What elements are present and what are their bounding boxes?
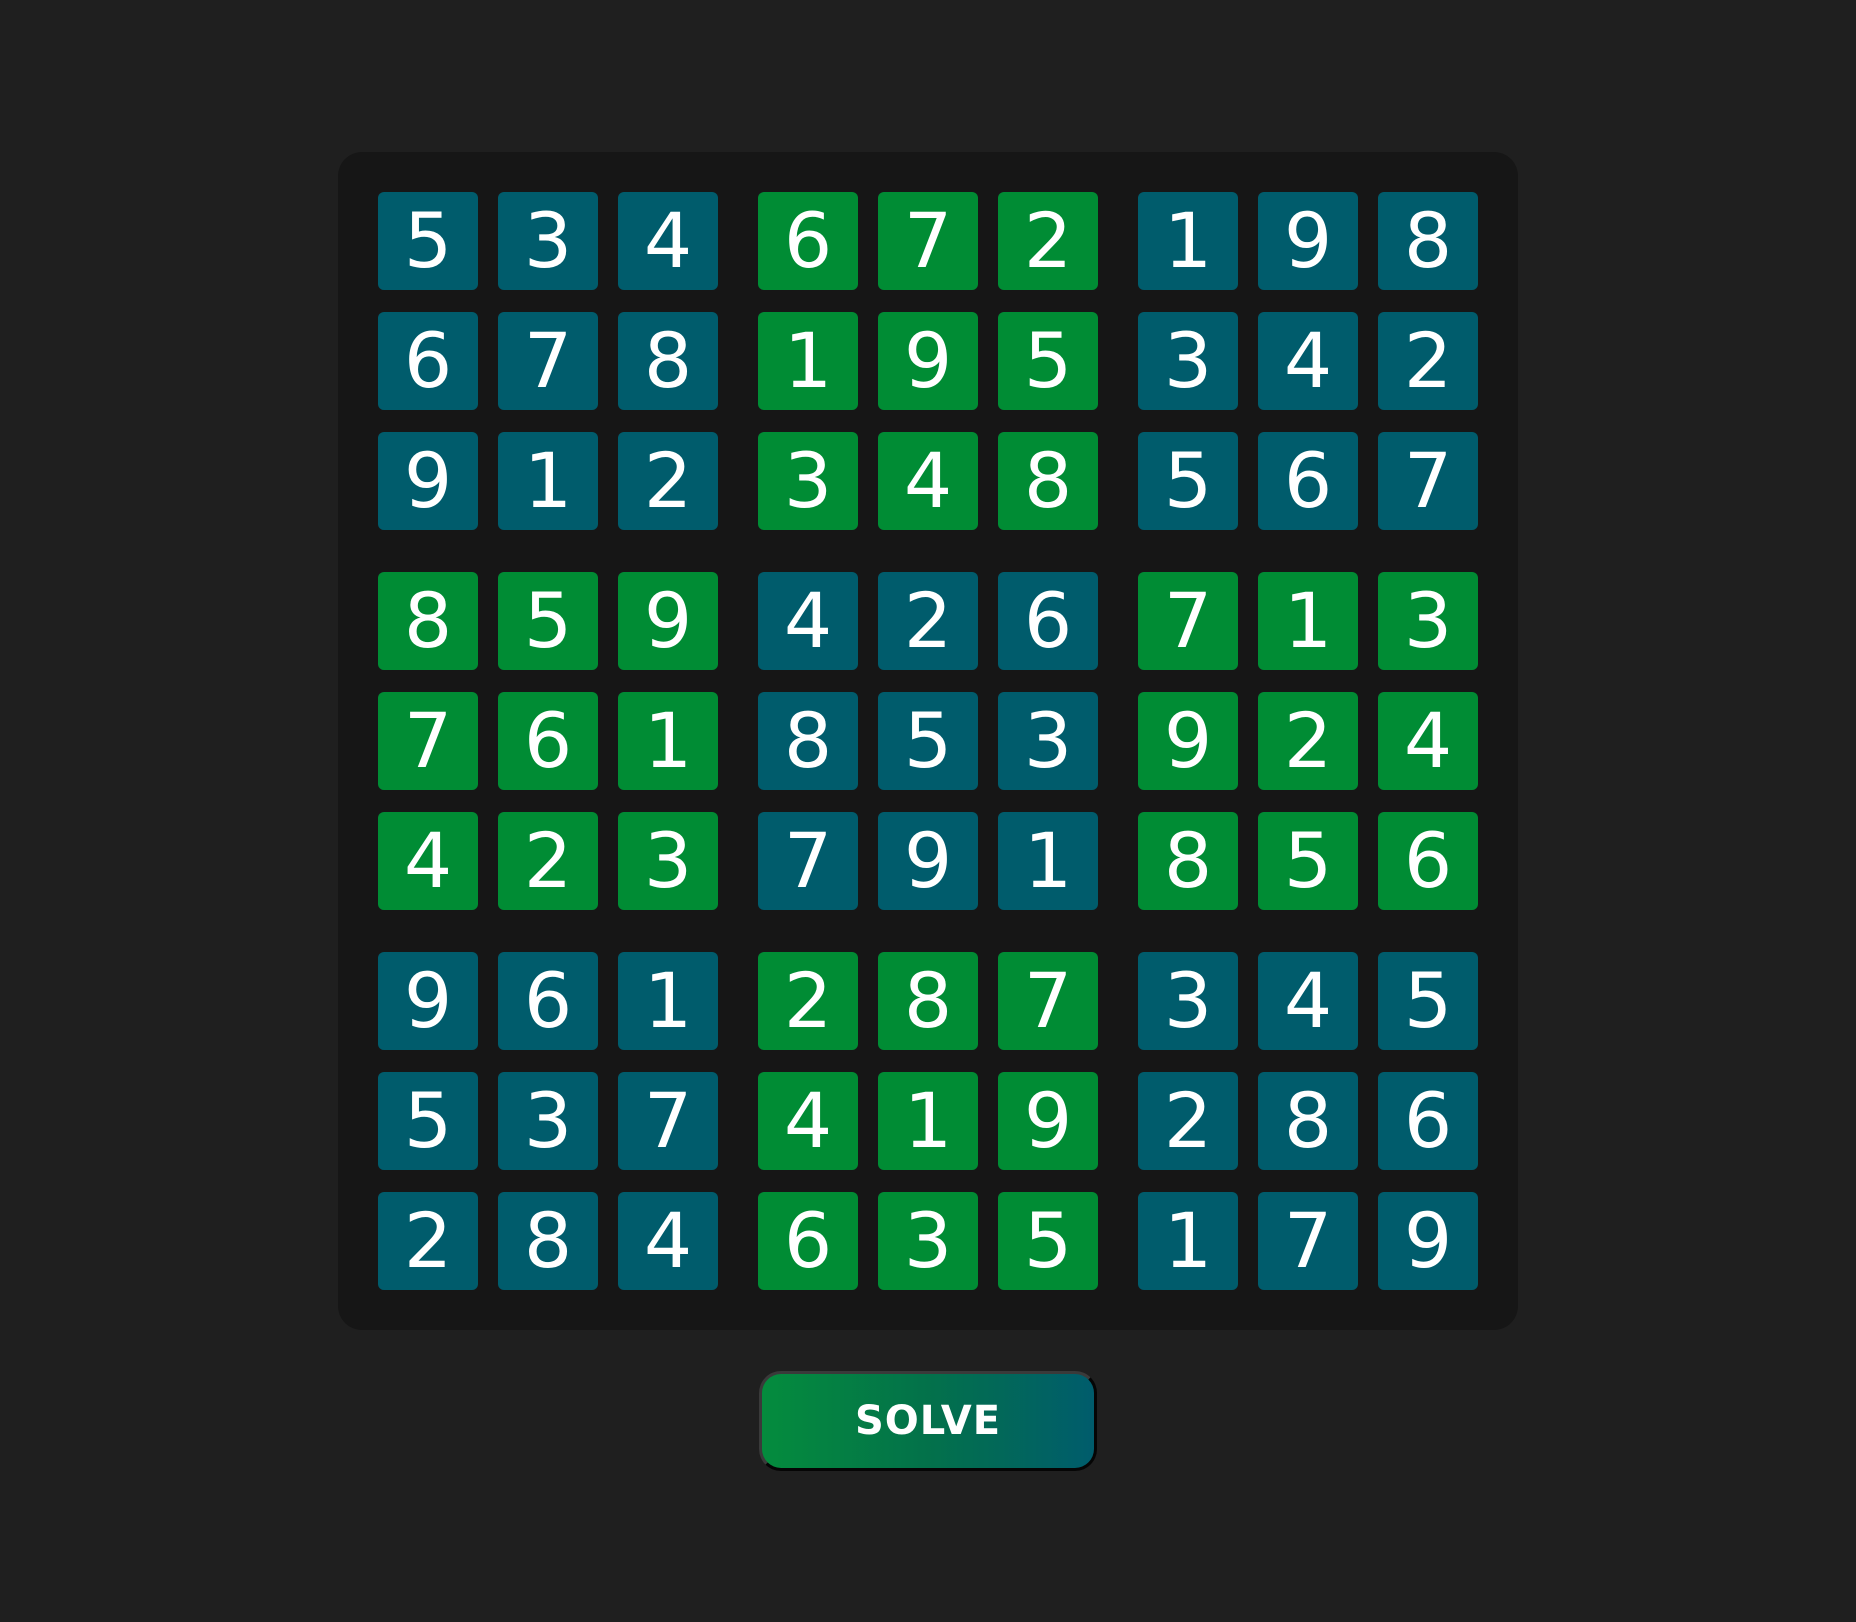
sudoku-cell[interactable]: 3: [618, 812, 718, 910]
sudoku-cell[interactable]: 7: [998, 952, 1098, 1050]
sudoku-cell[interactable]: 5: [1378, 952, 1478, 1050]
sudoku-cell[interactable]: 9: [378, 952, 478, 1050]
sudoku-cell[interactable]: 2: [1378, 312, 1478, 410]
sudoku-cell[interactable]: 5: [878, 692, 978, 790]
sudoku-cell[interactable]: 1: [1138, 192, 1238, 290]
sudoku-cell[interactable]: 8: [1378, 192, 1478, 290]
sudoku-cell[interactable]: 3: [1138, 952, 1238, 1050]
sudoku-cell[interactable]: 2: [378, 1192, 478, 1290]
sudoku-cell[interactable]: 4: [878, 432, 978, 530]
sudoku-cell[interactable]: 4: [1258, 952, 1358, 1050]
sudoku-cell[interactable]: 2: [1258, 692, 1358, 790]
sudoku-cell[interactable]: 7: [1378, 432, 1478, 530]
sudoku-cell[interactable]: 5: [378, 1072, 478, 1170]
sudoku-cell[interactable]: 8: [1258, 1072, 1358, 1170]
sudoku-cell[interactable]: 7: [1138, 572, 1238, 670]
sudoku-cell[interactable]: 9: [1258, 192, 1358, 290]
sudoku-cell[interactable]: 5: [378, 192, 478, 290]
sudoku-cell[interactable]: 4: [618, 1192, 718, 1290]
sudoku-cell[interactable]: 7: [618, 1072, 718, 1170]
sudoku-cell[interactable]: 5: [998, 1192, 1098, 1290]
sudoku-cell[interactable]: 4: [378, 812, 478, 910]
sudoku-cell[interactable]: 9: [378, 432, 478, 530]
sudoku-cell[interactable]: 4: [1378, 692, 1478, 790]
sudoku-cell[interactable]: 2: [618, 432, 718, 530]
sudoku-cell[interactable]: 8: [618, 312, 718, 410]
sudoku-cell[interactable]: 1: [1258, 572, 1358, 670]
sudoku-cell[interactable]: 7: [758, 812, 858, 910]
sudoku-cell[interactable]: 9: [1378, 1192, 1478, 1290]
sudoku-cell[interactable]: 8: [878, 952, 978, 1050]
sudoku-cell[interactable]: 6: [1258, 432, 1358, 530]
sudoku-cell[interactable]: 4: [758, 1072, 858, 1170]
sudoku-cell[interactable]: 2: [998, 192, 1098, 290]
sudoku-cell[interactable]: 8: [378, 572, 478, 670]
sudoku-cell[interactable]: 6: [998, 572, 1098, 670]
sudoku-cell[interactable]: 2: [498, 812, 598, 910]
sudoku-cell[interactable]: 3: [498, 1072, 598, 1170]
sudoku-cell[interactable]: 3: [998, 692, 1098, 790]
sudoku-cell[interactable]: 9: [618, 572, 718, 670]
sudoku-cell[interactable]: 1: [1138, 1192, 1238, 1290]
solve-button[interactable]: SOLVE: [759, 1371, 1097, 1471]
sudoku-cell[interactable]: 5: [498, 572, 598, 670]
sudoku-cell[interactable]: 9: [878, 812, 978, 910]
sudoku-cell[interactable]: 5: [1258, 812, 1358, 910]
sudoku-cell[interactable]: 6: [498, 952, 598, 1050]
sudoku-cell[interactable]: 3: [758, 432, 858, 530]
sudoku-cell[interactable]: 4: [1258, 312, 1358, 410]
sudoku-cell[interactable]: 7: [878, 192, 978, 290]
sudoku-cell[interactable]: 6: [758, 192, 858, 290]
sudoku-cell[interactable]: 8: [498, 1192, 598, 1290]
sudoku-cell[interactable]: 2: [878, 572, 978, 670]
sudoku-cell[interactable]: 2: [1138, 1072, 1238, 1170]
sudoku-cell[interactable]: 8: [998, 432, 1098, 530]
sudoku-cell[interactable]: 7: [378, 692, 478, 790]
sudoku-cell[interactable]: 1: [878, 1072, 978, 1170]
sudoku-cell[interactable]: 9: [878, 312, 978, 410]
sudoku-cell[interactable]: 4: [758, 572, 858, 670]
sudoku-cell[interactable]: 9: [1138, 692, 1238, 790]
sudoku-cell[interactable]: 3: [878, 1192, 978, 1290]
sudoku-cell[interactable]: 2: [758, 952, 858, 1050]
sudoku-cell[interactable]: 1: [498, 432, 598, 530]
sudoku-cell[interactable]: 1: [618, 952, 718, 1050]
sudoku-cell[interactable]: 6: [1378, 812, 1478, 910]
sudoku-cell[interactable]: 6: [498, 692, 598, 790]
sudoku-cell[interactable]: 3: [1138, 312, 1238, 410]
sudoku-cell[interactable]: 8: [1138, 812, 1238, 910]
sudoku-cell[interactable]: 3: [498, 192, 598, 290]
sudoku-cell[interactable]: 7: [498, 312, 598, 410]
sudoku-cell[interactable]: 6: [1378, 1072, 1478, 1170]
sudoku-board: 5346721986781953429123485678594267137618…: [338, 152, 1518, 1330]
sudoku-cell[interactable]: 6: [758, 1192, 858, 1290]
sudoku-cell[interactable]: 1: [618, 692, 718, 790]
sudoku-cell[interactable]: 8: [758, 692, 858, 790]
sudoku-cell[interactable]: 5: [998, 312, 1098, 410]
sudoku-cell[interactable]: 7: [1258, 1192, 1358, 1290]
sudoku-cell[interactable]: 1: [998, 812, 1098, 910]
sudoku-cell[interactable]: 6: [378, 312, 478, 410]
sudoku-cell[interactable]: 4: [618, 192, 718, 290]
sudoku-cell[interactable]: 3: [1378, 572, 1478, 670]
sudoku-cell[interactable]: 5: [1138, 432, 1238, 530]
sudoku-cell[interactable]: 1: [758, 312, 858, 410]
sudoku-cell[interactable]: 9: [998, 1072, 1098, 1170]
